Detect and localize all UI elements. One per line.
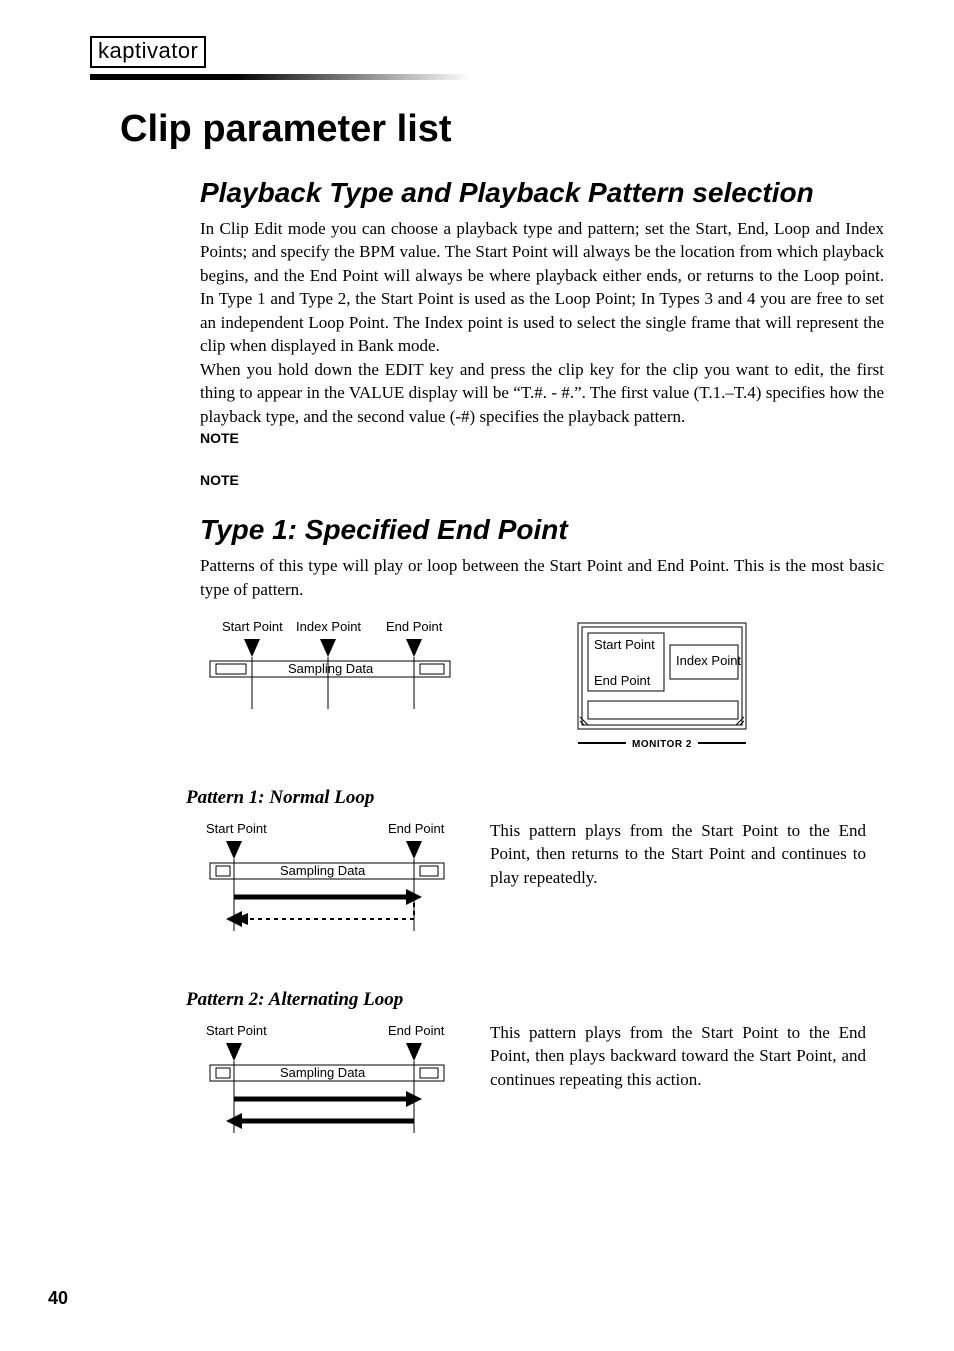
brand-logo: kaptivator <box>90 36 206 68</box>
section2-para: Patterns of this type will play or loop … <box>200 554 884 601</box>
overview-diagram: Start Point Index Point End Point Sampli… <box>200 617 460 737</box>
p2-end: End Point <box>388 1023 445 1038</box>
monitor-start: Start Point <box>594 637 655 652</box>
monitor-index: Index Point <box>676 653 741 668</box>
note-label-1: NOTE <box>200 430 884 446</box>
monitor-label: MONITOR 2 <box>632 739 692 750</box>
pattern2-diagram: Start Point End Point Sampling Data <box>200 1021 460 1151</box>
p1-start: Start Point <box>206 821 267 836</box>
pattern1-desc: This pattern plays from the Start Point … <box>490 819 884 889</box>
section-title-type1: Type 1: Specified End Point <box>200 514 884 546</box>
note-label-2: NOTE <box>200 472 884 488</box>
label-end: End Point <box>386 619 443 634</box>
monitor-end: End Point <box>594 673 651 688</box>
monitor-diagram: Start Point End Point Index Point MONITO… <box>570 617 760 757</box>
page-title: Clip parameter list <box>120 108 884 151</box>
label-sampling: Sampling Data <box>288 661 374 676</box>
p2-sampling: Sampling Data <box>280 1065 366 1080</box>
pattern1-diagram: Start Point End Point Sampling Data <box>200 819 460 959</box>
pattern1-title: Pattern 1: Normal Loop <box>186 787 884 809</box>
section1-body: In Clip Edit mode you can choose a playb… <box>200 217 884 428</box>
p1-sampling: Sampling Data <box>280 863 366 878</box>
p1-end: End Point <box>388 821 445 836</box>
p2-start: Start Point <box>206 1023 267 1038</box>
section1-para1: In Clip Edit mode you can choose a playb… <box>200 217 884 358</box>
pattern2-desc: This pattern plays from the Start Point … <box>490 1021 884 1091</box>
pattern2-title: Pattern 2: Alternating Loop <box>186 989 884 1011</box>
page-number: 40 <box>48 1288 68 1309</box>
label-index: Index Point <box>296 619 361 634</box>
header-divider <box>90 74 884 80</box>
section1-para2: When you hold down the EDIT key and pres… <box>200 358 884 428</box>
section-title-playback: Playback Type and Playback Pattern selec… <box>200 177 884 209</box>
section2-body: Patterns of this type will play or loop … <box>200 554 884 601</box>
label-start: Start Point <box>222 619 283 634</box>
